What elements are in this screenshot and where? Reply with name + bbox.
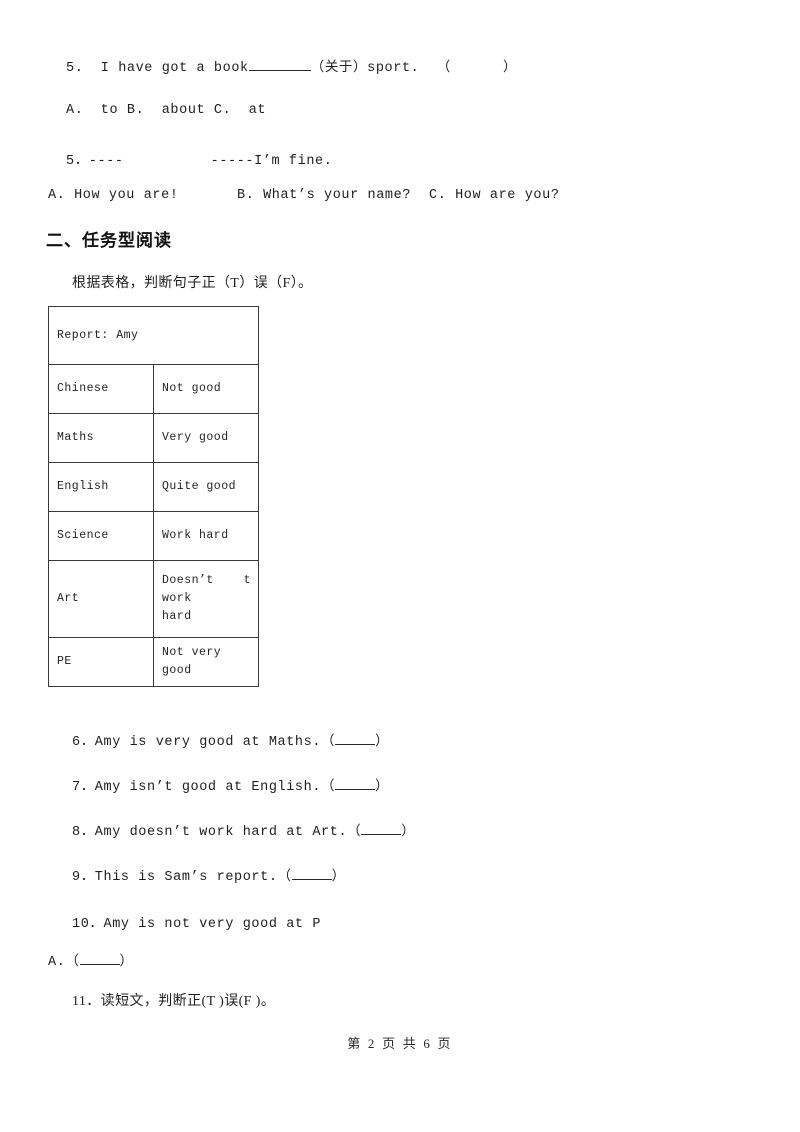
table-cell-comment: Doesn’t t work hard <box>153 560 259 638</box>
table-cell-subject: English <box>48 462 154 512</box>
question-5b-option-a[interactable]: A. How you are! <box>48 188 179 203</box>
question-5b-stem: 5．---- -----I’m fine. <box>66 154 333 169</box>
comment-word-2: t <box>243 574 251 588</box>
question-6-tail: ） <box>375 735 390 750</box>
question-5b-option-b[interactable]: B. What’s your name? <box>237 188 411 203</box>
question-10: 10．Amy is not very good at P <box>72 917 322 932</box>
table-row: Art Doesn’t t work hard <box>48 560 259 638</box>
table-row: English Quite good <box>48 462 259 512</box>
question-5-options[interactable]: A. to B. about C. at <box>66 103 266 118</box>
fill-in-blank[interactable] <box>248 57 311 71</box>
table-row: Report: Amy <box>48 306 259 365</box>
page-footer: 第 2 页 共 6 页 <box>347 1036 453 1051</box>
table-cell-comment: Quite good <box>153 462 259 512</box>
answer-blank[interactable] <box>335 731 376 745</box>
question-11: 11．读短文，判断正(T )误(F )。 <box>72 994 276 1009</box>
question-8-text: 8．Amy doesn’t work hard at Art.（ <box>72 825 362 840</box>
table-cell-subject: PE <box>48 637 154 687</box>
question-5b-option-c[interactable]: C. How are you? <box>429 188 560 203</box>
table-cell-comment: Not very good <box>153 637 259 687</box>
question-10-answer-label: A.（ <box>48 955 80 970</box>
question-7: 7．Amy isn’t good at English.（ ） <box>72 774 389 795</box>
question-5-stem-pre: 5. I have got a book <box>66 61 249 76</box>
table-row: PE Not very good <box>48 637 259 687</box>
question-10-answer: A.（ ） <box>48 949 134 970</box>
section-two-instruction: 根据表格，判断句子正（T）误（F）。 <box>72 276 313 291</box>
answer-blank[interactable] <box>361 821 402 835</box>
table-cell-comment: Very good <box>153 413 259 463</box>
table-cell-comment: Not good <box>153 364 259 414</box>
table-cell-subject: Maths <box>48 413 154 463</box>
question-5-stem: 5. I have got a book （关于）sport. （ ） <box>66 55 517 76</box>
question-6: 6．Amy is very good at Maths.（ ） <box>72 729 389 750</box>
comment-word-3: work <box>162 592 192 606</box>
worksheet-page: 5. I have got a book （关于）sport. （ ） A. to… <box>0 0 800 1132</box>
table-row: Maths Very good <box>48 413 259 463</box>
question-7-text: 7．Amy isn’t good at English.（ <box>72 780 336 795</box>
table-cell-subject: Art <box>48 560 154 638</box>
question-9-tail: ） <box>331 870 346 885</box>
question-6-text: 6．Amy is very good at Maths.（ <box>72 735 336 750</box>
question-9-text: 9．This is Sam’s report.（ <box>72 870 292 885</box>
question-9: 9．This is Sam’s report.（ ） <box>72 864 346 885</box>
table-cell-comment: Work hard <box>153 511 259 561</box>
question-8: 8．Amy doesn’t work hard at Art.（ ） <box>72 819 415 840</box>
comment-word-1: Doesn’t <box>162 574 214 588</box>
table-cell-subject: Science <box>48 511 154 561</box>
table-row: Chinese Not good <box>48 364 259 414</box>
section-heading-two: 二、任务型阅读 <box>46 231 172 250</box>
comment-word-4: hard <box>162 609 192 623</box>
answer-blank[interactable] <box>291 866 332 880</box>
question-5-stem-post: （关于）sport. （ ） <box>310 61 518 76</box>
answer-blank[interactable] <box>335 776 376 790</box>
report-table: Report: Amy Chinese Not good Maths Very … <box>48 306 259 687</box>
table-cell-subject: Chinese <box>48 364 154 414</box>
question-7-tail: ） <box>375 780 390 795</box>
question-10-answer-tail: ） <box>119 955 134 970</box>
answer-blank[interactable] <box>79 951 120 965</box>
report-table-title: Report: Amy <box>48 306 259 365</box>
table-row: Science Work hard <box>48 511 259 561</box>
question-8-tail: ） <box>401 825 416 840</box>
